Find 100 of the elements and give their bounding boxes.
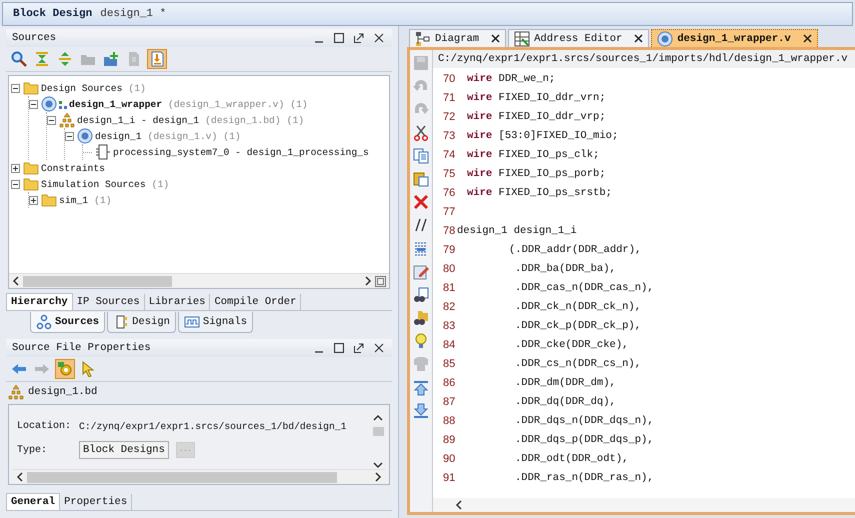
code-line: design_1 design_1_i <box>457 224 577 236</box>
code-line: .DDR_dm(DDR_dm), <box>515 376 616 388</box>
item-count: (1) <box>286 114 304 126</box>
collapse-toggle-icon[interactable] <box>11 180 20 188</box>
collapse-toggle-icon[interactable] <box>65 132 74 140</box>
block-design-icon <box>8 384 24 400</box>
folder-icon <box>23 176 39 192</box>
float-icon[interactable] <box>354 343 364 353</box>
back-arrow-icon <box>11 361 27 377</box>
line-number: 88 <box>442 414 456 426</box>
line-number: 89 <box>442 434 456 446</box>
gear-icon <box>57 361 73 377</box>
line-number: 86 <box>442 376 456 388</box>
maximize-icon[interactable] <box>334 33 344 43</box>
maximize-icon[interactable] <box>334 343 344 353</box>
close-icon[interactable] <box>802 34 812 43</box>
code-line: .DDR_ras_n(DDR_ras_n), <box>515 472 654 484</box>
code-line: wire FIXED_IO_ps_clk; <box>467 148 600 160</box>
folder-icon <box>23 160 39 176</box>
tab[interactable]: Properties <box>60 494 132 510</box>
scrollbar-thumb[interactable] <box>372 427 384 436</box>
file-name: (design_1.v) <box>148 130 218 142</box>
line-number: 87 <box>442 396 456 408</box>
code-line: .DDR_cke(DDR_cke), <box>515 338 628 350</box>
tab[interactable]: Hierarchy <box>6 293 73 310</box>
line-number: 70 <box>442 72 456 84</box>
block-design-icon <box>59 112 75 128</box>
toolbar-button[interactable] <box>411 284 431 305</box>
tree-item[interactable]: Constraints <box>41 162 105 174</box>
tree-item[interactable]: design_1 <box>95 130 142 142</box>
line-number: 77 <box>442 206 456 218</box>
scroll-left-icon[interactable] <box>16 472 24 482</box>
toolbar-button[interactable] <box>411 122 431 143</box>
tree-item[interactable]: design_1_wrapper <box>69 98 162 110</box>
scrollbar-thumb[interactable] <box>27 472 337 482</box>
float-icon[interactable] <box>354 33 364 43</box>
close-icon[interactable] <box>634 34 644 43</box>
line-number: 79 <box>442 244 456 256</box>
scroll-top-icon <box>413 380 429 396</box>
search-icon <box>11 51 27 67</box>
editor-tab[interactable]: design_1_wrapper.v <box>651 29 818 47</box>
collapse-toggle-icon[interactable] <box>47 116 56 124</box>
toolbar-button[interactable] <box>9 49 29 69</box>
horizontal-scrollbar[interactable] <box>9 273 389 288</box>
scroll-down-icon[interactable] <box>373 461 383 469</box>
code-line: .DDR_dqs_n(DDR_dqs_n), <box>515 414 654 426</box>
editor-tab[interactable]: Diagram <box>409 29 506 47</box>
expand-toggle-icon[interactable] <box>11 164 20 172</box>
waveform-icon <box>184 314 200 330</box>
tab[interactable]: Compile Order <box>210 294 302 310</box>
expand-icon <box>57 51 73 67</box>
type-button[interactable]: Block Designs <box>79 441 169 459</box>
scroll-right-icon[interactable] <box>364 276 372 286</box>
scroll-bottom-icon <box>413 402 429 419</box>
scroll-left-icon[interactable] <box>455 500 463 510</box>
tree-item[interactable]: processing_system7_0 - design_1_processing_s <box>113 146 369 158</box>
file-name: (design_1_wrapper.v) <box>168 98 284 110</box>
document-name: design_1 * <box>100 8 166 20</box>
collapse-toggle-icon[interactable] <box>29 100 38 108</box>
editor-tab[interactable]: Address Editor <box>508 29 650 47</box>
corner-icon[interactable] <box>375 276 386 286</box>
collapse-toggle-icon[interactable] <box>11 84 20 92</box>
tab[interactable]: Libraries <box>144 294 210 310</box>
code-line: .DDR_ck_n(DDR_ck_n), <box>515 300 642 312</box>
binoculars-icon <box>413 286 429 303</box>
item-count: (1) <box>152 178 170 190</box>
chip-icon <box>95 144 111 160</box>
expand-toggle-icon[interactable] <box>29 196 38 204</box>
code-line: .DDR_dq(DDR_dq), <box>515 396 616 408</box>
scroll-right-icon[interactable] <box>374 472 382 482</box>
file-path: C:/zynq/expr1/expr1.srcs/sources_1/imports/hdl/design_1_wrapper.v <box>433 50 855 68</box>
tree-item[interactable]: sim_1 <box>59 194 88 206</box>
list-icon <box>413 240 429 256</box>
code-line: .DDR_ck_p(DDR_ck_p), <box>515 320 642 332</box>
field-value: C:/zynq/expr1/expr1.srcs/sources_1/bd/design_1 <box>79 420 346 432</box>
tree-item[interactable]: Design Sources <box>41 82 122 94</box>
line-number: 84 <box>442 338 456 350</box>
view-tab[interactable]: Signals <box>178 312 254 333</box>
tree-item[interactable]: Simulation Sources <box>41 178 146 190</box>
close-icon[interactable] <box>374 343 384 353</box>
item-count: (1) <box>290 98 308 110</box>
scroll-up-icon[interactable] <box>373 414 383 422</box>
code-line: wire [53:0]FIXED_IO_mio; <box>467 130 618 142</box>
document-icon <box>149 51 165 67</box>
tab[interactable]: General <box>6 493 60 510</box>
close-icon[interactable] <box>374 33 384 43</box>
scissors-icon <box>413 124 429 141</box>
line-number: 83 <box>442 320 456 332</box>
forward-arrow-icon <box>34 361 50 377</box>
panel-title: Source File Properties <box>12 342 151 354</box>
close-icon[interactable] <box>491 34 500 43</box>
line-number: 71 <box>442 92 456 104</box>
view-tab[interactable]: Design <box>107 312 176 333</box>
code-line: .DDR_dqs_p(DDR_dqs_p), <box>515 434 654 446</box>
tab[interactable]: IP Sources <box>72 294 145 310</box>
view-tab[interactable]: Sources <box>30 312 106 333</box>
scrollbar-thumb[interactable] <box>23 276 172 286</box>
folder-icon <box>23 80 39 96</box>
tree-item[interactable]: design_1_i - design_1 <box>77 114 200 126</box>
scroll-left-icon[interactable] <box>12 276 20 286</box>
